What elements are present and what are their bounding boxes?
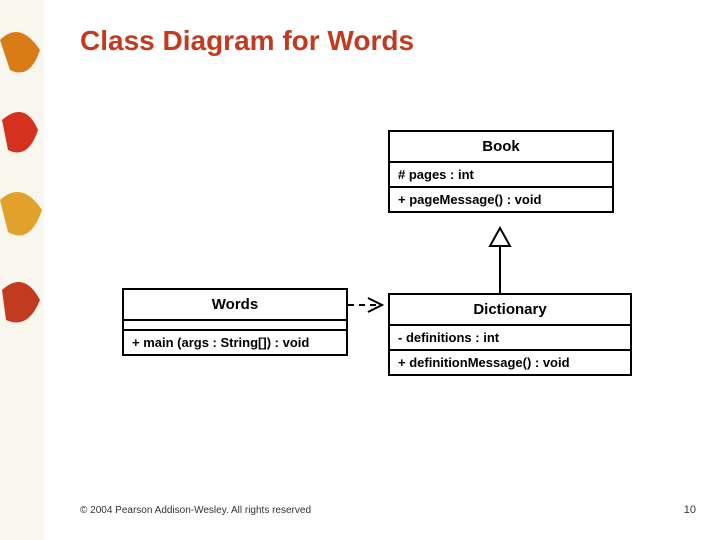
class-name-dictionary: Dictionary: [390, 295, 630, 326]
class-attr-dictionary: - definitions : int: [390, 326, 630, 351]
class-method-dictionary: + definitionMessage() : void: [390, 351, 630, 374]
page-number: 10: [684, 504, 696, 516]
class-name-book: Book: [390, 132, 612, 163]
class-attr-book: # pages : int: [390, 163, 612, 188]
class-name-words: Words: [124, 290, 346, 321]
connectors: [0, 0, 720, 540]
class-box-words: Words + main (args : String[]) : void: [122, 288, 348, 356]
footer-copyright: © 2004 Pearson Addison-Wesley. All right…: [80, 505, 311, 516]
class-method-book: + pageMessage() : void: [390, 188, 612, 211]
class-attr-words-empty: [124, 321, 346, 331]
page-title: Class Diagram for Words: [80, 25, 414, 57]
class-box-dictionary: Dictionary - definitions : int + definit…: [388, 293, 632, 376]
class-box-book: Book # pages : int + pageMessage() : voi…: [388, 130, 614, 213]
sidebar-decoration: [0, 0, 44, 540]
class-method-words: + main (args : String[]) : void: [124, 331, 346, 354]
